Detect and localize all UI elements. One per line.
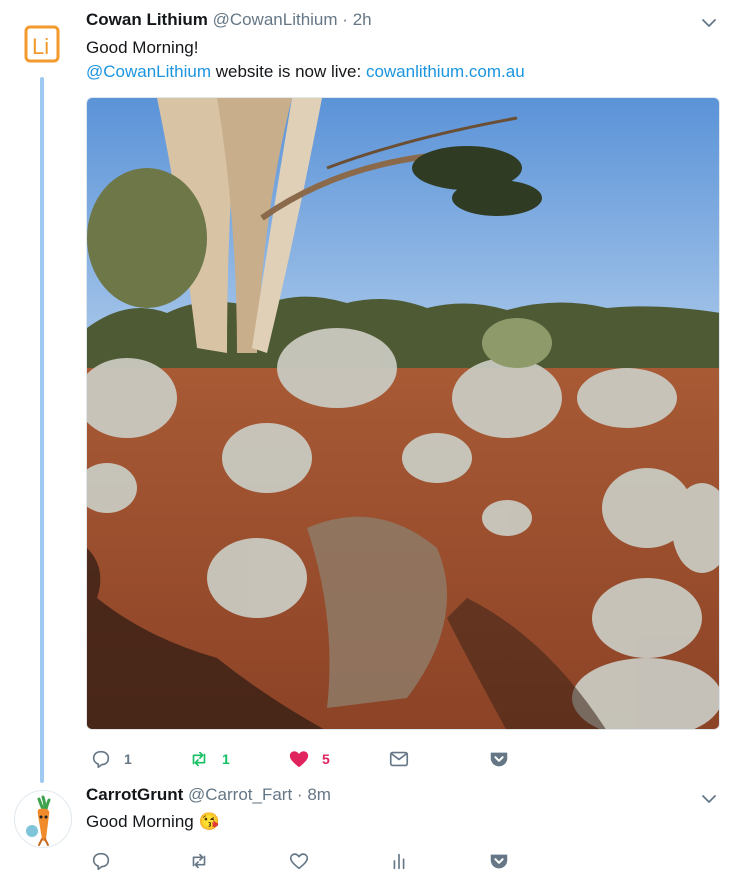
reply-button[interactable]: 1: [90, 747, 132, 771]
tweet-timestamp[interactable]: 2h: [353, 10, 372, 29]
reply-icon: [92, 852, 110, 871]
separator-dot: ·: [296, 785, 303, 804]
pocket-icon: [490, 752, 508, 767]
author-name[interactable]: Cowan Lithium: [86, 10, 208, 29]
author-handle[interactable]: @CowanLithium: [213, 10, 338, 29]
reply-count: 1: [124, 751, 132, 767]
heart-outline-icon: [289, 853, 309, 870]
mention-link[interactable]: @CowanLithium: [86, 62, 211, 81]
tweet-actions: 1 1 5: [86, 747, 526, 771]
envelope-icon: [389, 751, 409, 767]
chevron-down-icon[interactable]: [700, 790, 718, 808]
carrot-character-icon: [26, 795, 51, 846]
kiss-emoji: 😘: [198, 812, 220, 831]
tweet-timestamp[interactable]: 8m: [307, 785, 331, 804]
retweet-count: 1: [222, 751, 230, 767]
url-link[interactable]: cowanlithium.com.au: [366, 62, 525, 81]
pocket-button[interactable]: [488, 747, 510, 771]
tweet-actions: [86, 849, 526, 873]
pocket-button[interactable]: [488, 849, 510, 873]
outback-landscape-photo-icon: [87, 98, 719, 729]
svg-text:Li: Li: [32, 34, 49, 59]
pocket-icon: [490, 854, 508, 869]
tweet-text-line2: @CowanLithium website is now live: cowan…: [86, 60, 525, 84]
direct-message-button[interactable]: [388, 747, 410, 771]
reply-button[interactable]: [90, 849, 112, 873]
retweet-icon: [192, 751, 206, 767]
retweet-button[interactable]: 1: [188, 747, 230, 771]
chevron-down-icon[interactable]: [700, 14, 718, 32]
tweet-header: CarrotGrunt @Carrot_Fart · 8m: [86, 785, 331, 805]
heart-icon: [289, 751, 309, 768]
reply-icon: [92, 750, 110, 769]
tweet-header: Cowan Lithium @CowanLithium · 2h: [86, 10, 372, 30]
tweet-text-body: Good Morning: [86, 812, 199, 831]
tweet-text-line1: Good Morning!: [86, 38, 199, 57]
tweet-text-middle: website is now live:: [210, 62, 366, 81]
retweet-button[interactable]: [188, 849, 210, 873]
cowan-lithium-logo-icon: Li: [24, 25, 60, 63]
like-button[interactable]: [288, 849, 310, 873]
author-handle[interactable]: @Carrot_Fart: [188, 785, 292, 804]
analytics-button[interactable]: [388, 849, 410, 873]
like-count: 5: [322, 751, 330, 767]
like-button[interactable]: 5: [288, 747, 330, 771]
thread-connector: [40, 77, 44, 783]
tweet-photo[interactable]: [86, 97, 720, 730]
author-name[interactable]: CarrotGrunt: [86, 785, 183, 804]
tweet-text: Good Morning 😘: [86, 810, 220, 834]
tweet[interactable]: Li Cowan Lithium @CowanLithium · 2h Good…: [0, 0, 734, 788]
retweet-icon: [192, 853, 206, 869]
avatar[interactable]: [14, 790, 72, 848]
separator-dot: ·: [342, 10, 348, 29]
tweet[interactable]: CarrotGrunt @Carrot_Fart · 8m Good Morni…: [0, 785, 734, 884]
bar-chart-icon: [393, 853, 405, 870]
avatar[interactable]: Li: [20, 22, 64, 66]
